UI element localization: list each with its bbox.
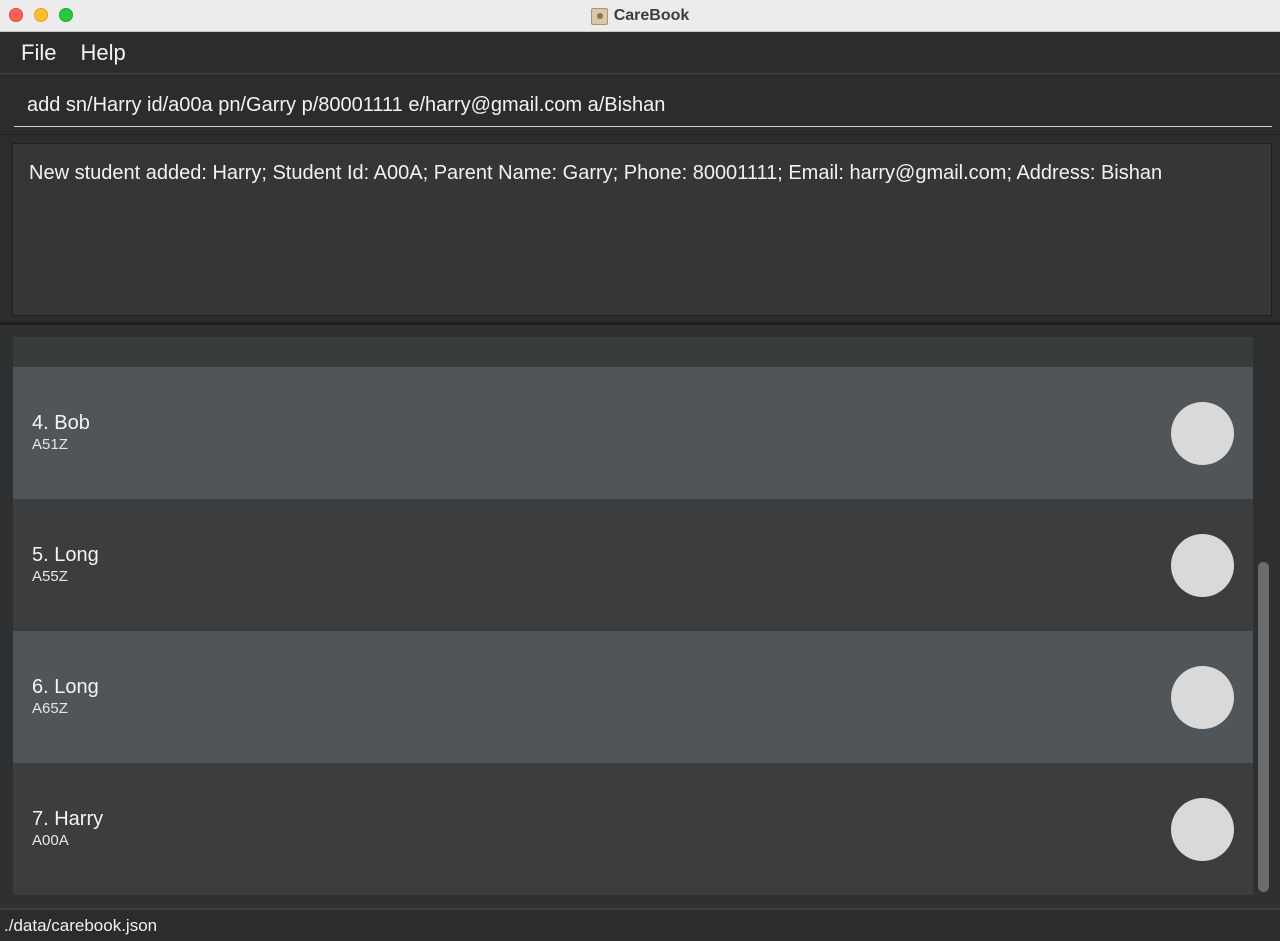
list-item-partial[interactable]: [13, 337, 1253, 367]
student-name: 7. Harry: [32, 808, 104, 830]
student-card[interactable]: 4. Bob A51Z: [13, 367, 1253, 499]
student-list-panel[interactable]: 4. Bob A51Z 5. Long A55Z 6. Long A65Z 7.…: [0, 325, 1280, 908]
avatar: [1171, 666, 1234, 729]
student-card[interactable]: 7. Harry A00A: [13, 763, 1253, 895]
student-name: 6. Long: [32, 676, 99, 698]
avatar: [1171, 402, 1234, 465]
student-id: A55Z: [32, 568, 68, 585]
student-id: A65Z: [32, 700, 68, 717]
command-box: [0, 75, 1280, 133]
student-card[interactable]: 5. Long A55Z: [13, 499, 1253, 631]
save-file-path: ./data/carebook.json: [4, 915, 158, 935]
app-window: CareBook File Help New student added: Ha…: [0, 0, 1280, 941]
avatar: [1171, 798, 1234, 861]
title-bar: CareBook: [0, 0, 1280, 32]
menu-bar: File Help: [0, 33, 1280, 74]
student-list: 4. Bob A51Z 5. Long A55Z 6. Long A65Z 7.…: [13, 337, 1253, 895]
student-name: 4. Bob: [32, 412, 90, 434]
title-wrap: CareBook: [0, 0, 1280, 32]
student-card[interactable]: 6. Long A65Z: [13, 631, 1253, 763]
command-input[interactable]: [14, 85, 1272, 127]
result-display: New student added: Harry; Student Id: A0…: [12, 143, 1272, 316]
student-id: A00A: [32, 832, 69, 849]
menu-file[interactable]: File: [21, 40, 56, 66]
avatar: [1171, 534, 1234, 597]
student-id: A51Z: [32, 436, 68, 453]
result-display-area: New student added: Harry; Student Id: A0…: [0, 134, 1280, 322]
window-title: CareBook: [613, 7, 690, 24]
status-bar: ./data/carebook.json: [0, 908, 1280, 941]
student-name: 5. Long: [32, 544, 99, 566]
menu-help[interactable]: Help: [80, 40, 125, 66]
list-scrollbar[interactable]: [1258, 562, 1269, 892]
address-book-icon: [590, 7, 608, 25]
